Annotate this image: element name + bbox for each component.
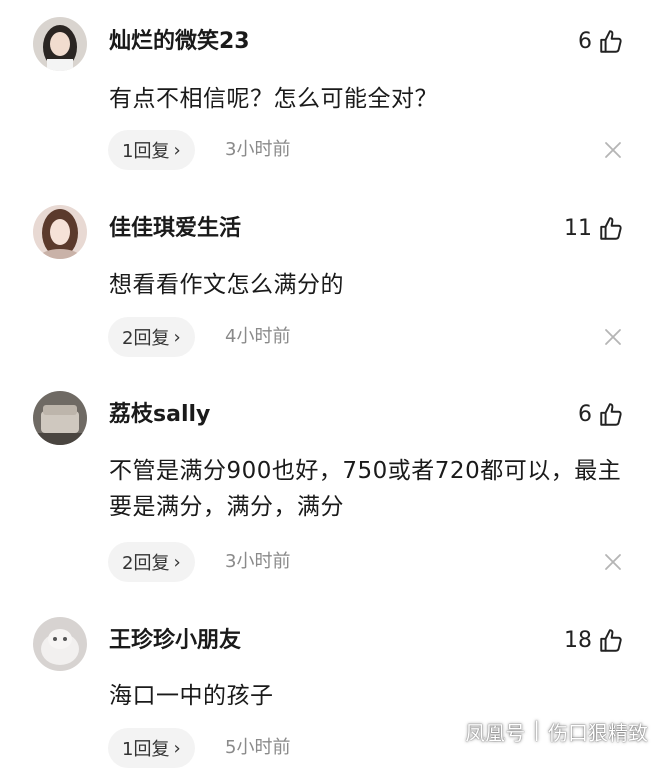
watermark-source: 凤凰号 [465, 721, 526, 745]
username[interactable]: 佳佳琪爱生活 [109, 215, 241, 243]
chevron-right-icon: › [173, 326, 181, 348]
reply-button[interactable]: 2回复 › [108, 542, 195, 582]
chevron-right-icon: › [173, 551, 181, 573]
like-count: 6 [578, 29, 592, 54]
close-icon[interactable] [604, 141, 622, 159]
watermark: 凤凰号 | 伤口狠精致 [465, 717, 648, 746]
comment-text: 不管是满分900也好，750或者720都可以，最主要是满分，满分，满分 [109, 458, 622, 520]
timestamp: 4小时前 [225, 326, 291, 347]
username[interactable]: 荔枝sally [109, 401, 210, 429]
avatar[interactable] [33, 617, 87, 671]
thumbs-up-icon[interactable] [598, 628, 624, 654]
close-icon[interactable] [604, 553, 622, 571]
like-button[interactable]: 11 [564, 214, 624, 244]
comment-text: 想看看作文怎么满分的 [109, 272, 344, 298]
watermark-separator: | [533, 717, 540, 741]
avatar[interactable] [33, 205, 87, 259]
like-button[interactable]: 18 [564, 626, 624, 656]
like-button[interactable]: 6 [578, 400, 624, 430]
username[interactable]: 灿烂的微笑23 [109, 28, 250, 56]
reply-count: 2回复 [122, 553, 170, 574]
comment-text: 海口一中的孩子 [109, 683, 274, 709]
timestamp: 3小时前 [225, 139, 291, 160]
reply-count: 2回复 [122, 328, 170, 349]
timestamp: 3小时前 [225, 551, 291, 572]
like-count: 18 [564, 628, 592, 653]
like-count: 6 [578, 402, 592, 427]
comment-text: 有点不相信呢？怎么可能全对？ [109, 86, 438, 112]
thumbs-up-icon[interactable] [598, 402, 624, 428]
thumbs-up-icon[interactable] [598, 29, 624, 55]
comment-list: 灿烂的微笑23 6 有点不相信呢？怎么可能全对？ 1回复 › 3小时前 佳佳琪爱… [0, 0, 660, 768]
watermark-author: 伤口狠精致 [548, 721, 648, 745]
like-count: 11 [564, 216, 592, 241]
reply-count: 1回复 [122, 141, 170, 162]
close-icon[interactable] [604, 328, 622, 346]
reply-count: 1回复 [122, 739, 170, 760]
chevron-right-icon: › [173, 139, 181, 161]
reply-button[interactable]: 1回复 › [108, 728, 195, 768]
avatar[interactable] [33, 391, 87, 445]
username[interactable]: 王珍珍小朋友 [109, 627, 241, 655]
reply-button[interactable]: 1回复 › [108, 130, 195, 170]
reply-button[interactable]: 2回复 › [108, 317, 195, 357]
avatar[interactable] [33, 17, 87, 71]
like-button[interactable]: 6 [578, 27, 624, 57]
chevron-right-icon: › [173, 737, 181, 759]
thumbs-up-icon[interactable] [598, 216, 624, 242]
timestamp: 5小时前 [225, 737, 291, 758]
